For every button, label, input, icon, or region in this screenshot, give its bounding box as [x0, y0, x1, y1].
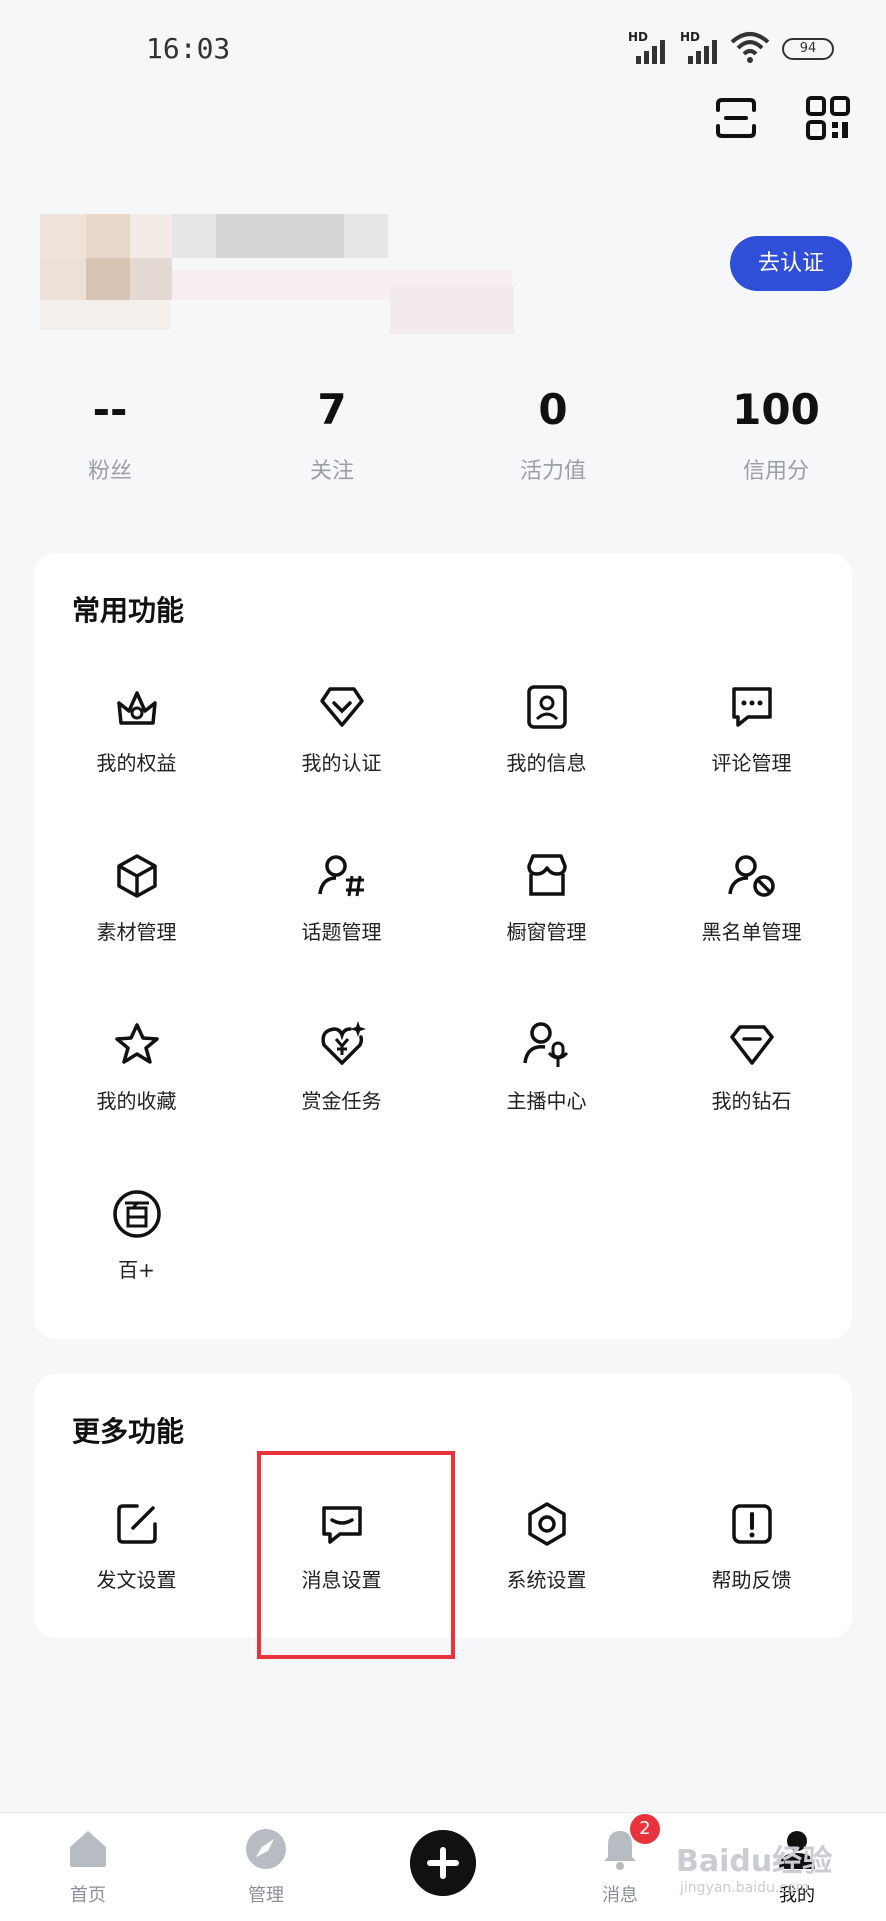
bai-icon — [112, 1190, 161, 1238]
home-icon — [70, 1831, 106, 1867]
watermark: Baidu经验 — [676, 1844, 833, 1879]
edit-icon — [116, 1504, 157, 1544]
material-management-item[interactable]: 素材管理 — [34, 850, 239, 945]
user-hashtag-icon — [317, 855, 364, 897]
settings-icon — [527, 1502, 566, 1546]
common-functions-title: 常用功能 — [72, 594, 185, 627]
showcase-management-item[interactable]: 橱窗管理 — [444, 850, 649, 945]
status-time: 16:03 — [146, 32, 231, 65]
comment-management-item[interactable]: 评论管理 — [649, 681, 854, 776]
scan-icon[interactable] — [712, 94, 760, 142]
watermark-url: jingyan.baidu.com — [680, 1880, 810, 1896]
user-block-icon — [727, 855, 775, 897]
stat-activity[interactable]: 0 活力值 — [453, 385, 653, 485]
topic-management-item[interactable]: 话题管理 — [239, 850, 444, 945]
help-feedback-item[interactable]: 帮助反馈 — [649, 1498, 854, 1593]
diamond-icon — [729, 1025, 774, 1065]
verified-badge-icon — [319, 687, 364, 727]
crown-icon — [116, 691, 157, 725]
compass-icon — [246, 1829, 286, 1869]
shop-icon — [526, 854, 567, 896]
qr-code-icon[interactable] — [804, 94, 852, 142]
anchor-center-item[interactable]: 主播中心 — [444, 1019, 649, 1114]
tab-messages[interactable]: 消息 — [560, 1827, 680, 1907]
stat-following[interactable]: 7 关注 — [232, 385, 432, 485]
bounty-task-item[interactable]: 赏金任务 — [239, 1019, 444, 1114]
tab-home[interactable]: 首页 — [28, 1827, 148, 1907]
post-settings-item[interactable]: 发文设置 — [34, 1498, 239, 1593]
my-info-item[interactable]: 我的信息 — [444, 681, 649, 776]
bounty-icon — [320, 1021, 366, 1065]
battery-icon: 94 — [782, 38, 834, 60]
help-icon — [731, 1504, 772, 1544]
create-post-button[interactable] — [410, 1830, 476, 1896]
comment-icon — [731, 687, 772, 727]
messages-badge: 2 — [630, 1814, 660, 1844]
my-rights-item[interactable]: 我的权益 — [34, 681, 239, 776]
stat-fans[interactable]: -- 粉丝 — [10, 385, 210, 485]
blacklist-management-item[interactable]: 黑名单管理 — [649, 850, 854, 945]
certify-button[interactable]: 去认证 — [730, 236, 852, 291]
wifi-icon — [730, 32, 770, 63]
status-bar: 16:03 HD HD 94 — [0, 0, 886, 98]
my-diamonds-item[interactable]: 我的钻石 — [649, 1019, 854, 1114]
tab-manage[interactable]: 管理 — [206, 1827, 326, 1907]
avatar[interactable] — [0, 190, 520, 340]
user-mic-icon — [522, 1022, 568, 1067]
more-functions-title: 更多功能 — [72, 1415, 185, 1448]
profile-stats: -- 粉丝 7 关注 0 活力值 100 信用分 — [0, 385, 886, 485]
bai-plus-item[interactable]: 百+ — [34, 1188, 239, 1283]
cube-icon — [116, 854, 157, 898]
star-icon — [114, 1023, 159, 1064]
stat-credit[interactable]: 100 信用分 — [676, 385, 876, 485]
my-certification-item[interactable]: 我的认证 — [239, 681, 444, 776]
profile-card-icon — [526, 685, 567, 729]
common-functions-card: 常用功能 我的权益 我的认证 我的信息 评论管理 素材管理 话题管理 橱窗管理 … — [34, 553, 852, 1339]
highlight-box — [257, 1451, 455, 1659]
system-settings-item[interactable]: 系统设置 — [444, 1498, 649, 1593]
my-favorites-item[interactable]: 我的收藏 — [34, 1019, 239, 1114]
